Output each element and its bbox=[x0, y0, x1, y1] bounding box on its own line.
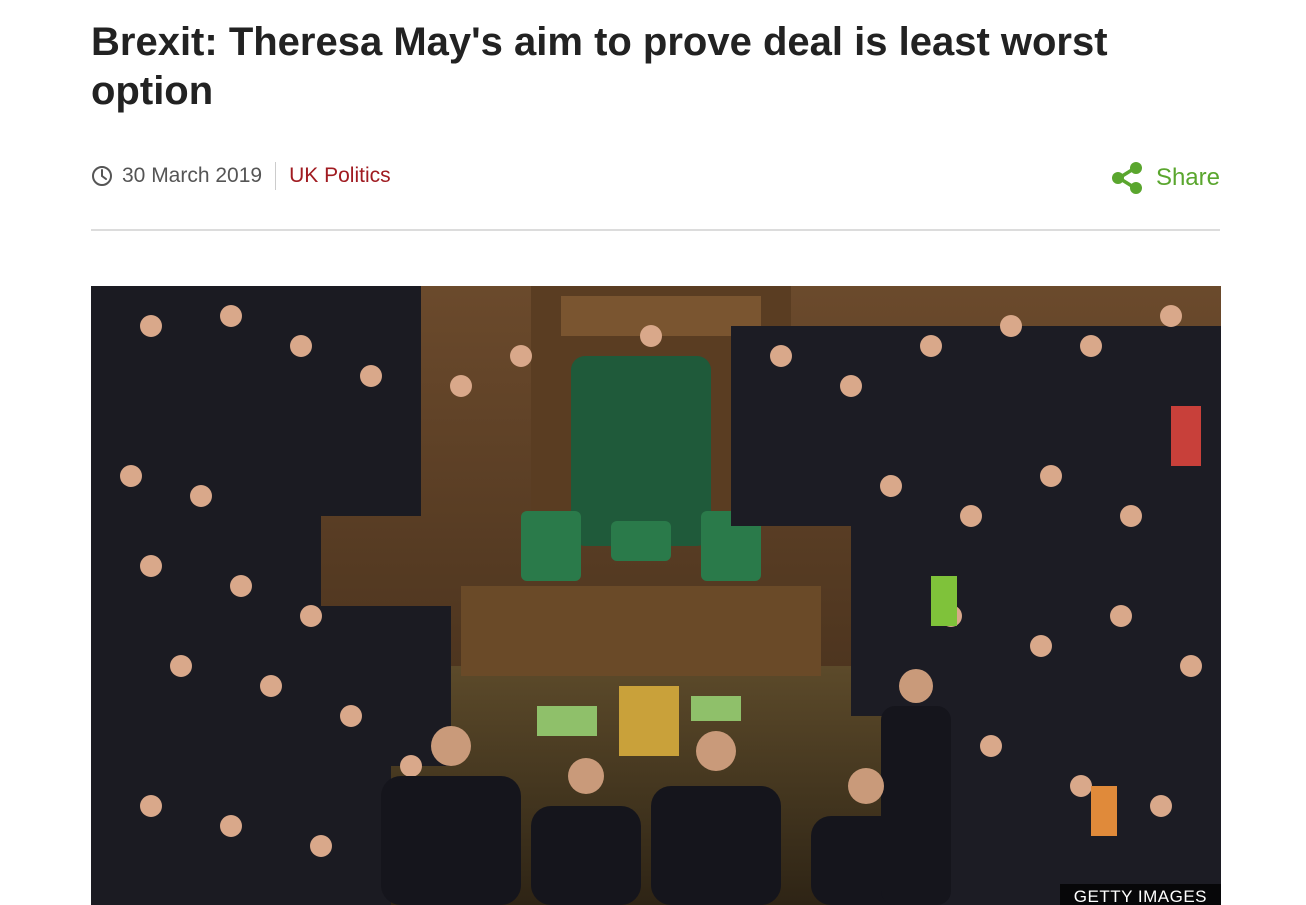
header-divider bbox=[91, 229, 1220, 231]
article-headline: Brexit: Theresa May's aim to prove deal … bbox=[91, 20, 1108, 113]
share-button[interactable]: Share bbox=[1110, 160, 1220, 196]
article-page: Brexit: Theresa May's aim to prove deal … bbox=[0, 0, 1306, 905]
share-icon bbox=[1111, 162, 1142, 194]
image-credit: GETTY IMAGES bbox=[1059, 884, 1221, 905]
commons-chamber-illustration bbox=[91, 286, 1221, 905]
meta-divider bbox=[275, 162, 277, 190]
share-label: Share bbox=[1155, 164, 1220, 191]
timestamp: 30 March 2019 UK Politics bbox=[91, 160, 391, 192]
article-meta: 30 March 2019 UK Politics Share bbox=[91, 160, 1220, 196]
clock-icon bbox=[92, 166, 112, 186]
article-lead-image: GETTY IMAGES bbox=[91, 286, 1221, 905]
publish-date: 30 March 2019 bbox=[122, 164, 263, 187]
section-link[interactable]: UK Politics bbox=[289, 164, 391, 188]
